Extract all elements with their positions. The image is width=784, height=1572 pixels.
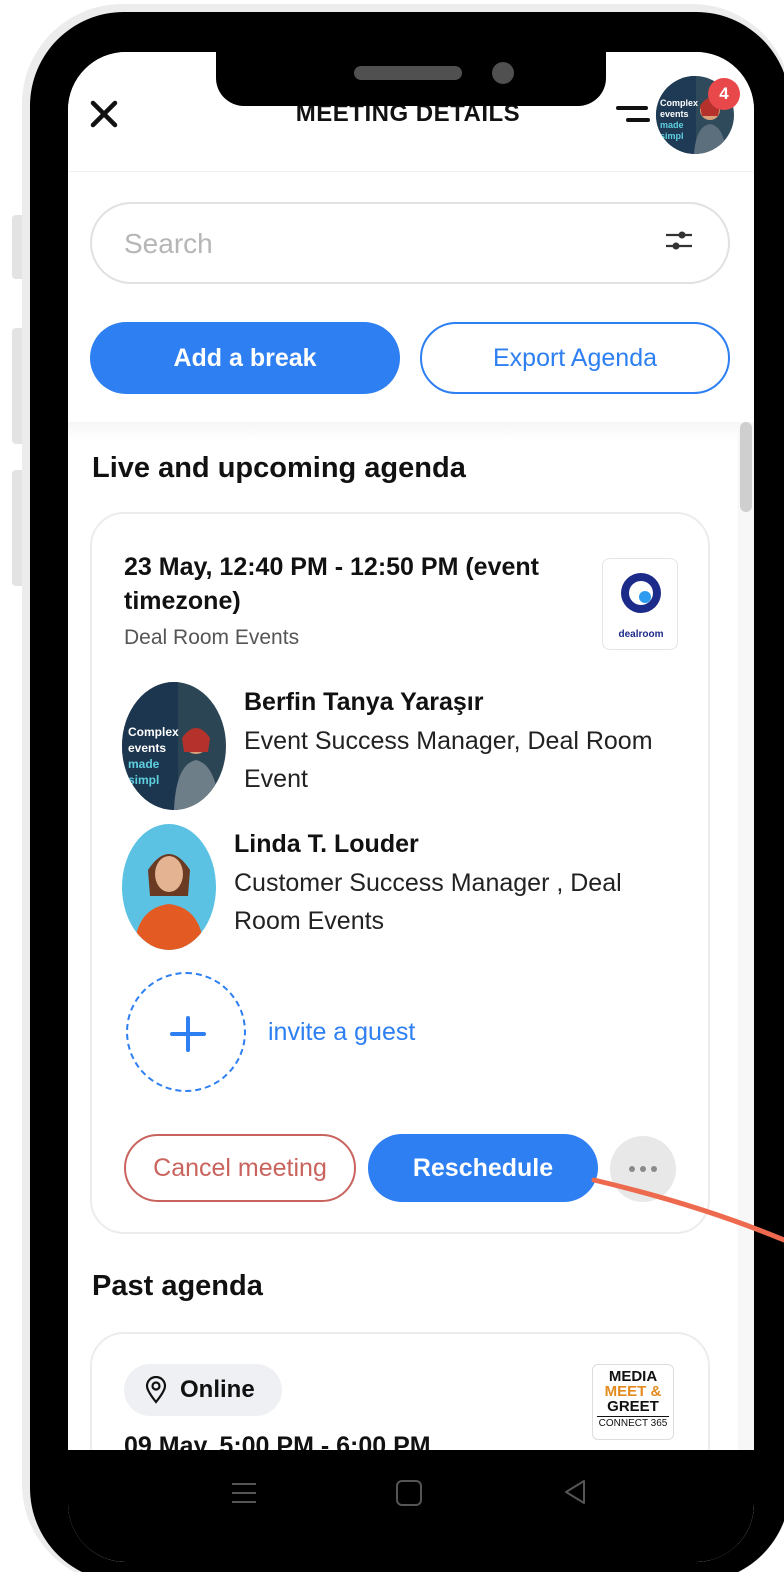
reschedule-button[interactable]: Reschedule xyxy=(368,1134,598,1202)
phone-screen: MEETING DETAILS Complex events made simp… xyxy=(68,52,754,1562)
dealroom-logo-text: dealroom xyxy=(618,629,664,640)
scrollbar-thumb[interactable] xyxy=(740,422,752,512)
search-input[interactable]: Search xyxy=(90,202,730,284)
home-icon[interactable] xyxy=(396,1480,422,1506)
avatar-text-line: made xyxy=(660,120,684,130)
avatar-text-line: Complex xyxy=(128,725,179,739)
back-icon[interactable] xyxy=(562,1478,588,1506)
logo-line: GREET xyxy=(607,1398,659,1415)
participant-name[interactable]: Linda T. Louder xyxy=(234,830,419,859)
more-options-button[interactable] xyxy=(610,1136,676,1202)
search-placeholder: Search xyxy=(124,228,213,259)
front-camera xyxy=(492,62,514,84)
sliders-icon[interactable] xyxy=(664,226,694,256)
location-badge: Online xyxy=(124,1364,282,1416)
past-agenda-title: Past agenda xyxy=(92,1270,263,1302)
participant-name[interactable]: Berfin Tanya Yaraşır xyxy=(244,688,483,717)
more-dots-icon xyxy=(629,1166,657,1172)
avatar-text-line: made xyxy=(128,757,160,771)
logo-line: MEDIA xyxy=(608,1368,658,1385)
phone-notch xyxy=(216,52,606,106)
avatar-text-line: simpl xyxy=(128,773,159,787)
cancel-meeting-button[interactable]: Cancel meeting xyxy=(124,1134,356,1202)
avatar-text-line: events xyxy=(128,741,166,755)
meeting-organizer: Deal Room Events xyxy=(124,626,300,649)
export-agenda-button[interactable]: Export Agenda xyxy=(420,322,730,394)
logo-line: MEET & xyxy=(604,1383,662,1400)
avatar-text-line: Complex xyxy=(660,98,698,108)
menu-icon[interactable] xyxy=(616,104,652,124)
add-break-button[interactable]: Add a break xyxy=(90,322,400,394)
dealroom-logo-icon xyxy=(621,573,661,613)
plus-icon xyxy=(170,1016,206,1052)
participant-avatar[interactable]: Complex events made simpl xyxy=(122,682,226,810)
close-icon[interactable] xyxy=(88,98,120,130)
scrollbar-track[interactable] xyxy=(738,422,754,1562)
meeting-time: 23 May, 12:40 PM - 12:50 PM (event timez… xyxy=(124,553,539,615)
participant-role: Event Success Manager, Deal Room Event xyxy=(244,727,653,793)
avatar-text-line: events xyxy=(660,109,689,119)
dealroom-logo: dealroom xyxy=(602,558,678,650)
media-meet-greet-logo: MEDIA MEET & GREET CONNECT 365 xyxy=(592,1364,674,1440)
participant-photo: Complex events made simpl xyxy=(122,682,226,810)
recent-apps-icon[interactable] xyxy=(230,1480,258,1506)
participant-role: Customer Success Manager , Deal Room Eve… xyxy=(234,869,622,935)
location-pin-icon xyxy=(145,1376,167,1404)
participant: Linda T. Louder Customer Success Manager… xyxy=(122,824,682,954)
invite-guest-link[interactable]: invite a guest xyxy=(268,1018,415,1047)
invite-guest-button[interactable] xyxy=(126,972,246,1092)
notification-badge: 4 xyxy=(708,78,740,110)
meeting-card: 23 May, 12:40 PM - 12:50 PM (event timez… xyxy=(90,512,710,1234)
location-text: Online xyxy=(180,1376,255,1403)
section-divider xyxy=(68,422,754,440)
live-agenda-title: Live and upcoming agenda xyxy=(92,452,466,484)
participant: Complex events made simpl Berfin Tanya Y… xyxy=(122,682,682,812)
participant-photo xyxy=(122,824,216,950)
speaker-grille xyxy=(354,66,462,80)
avatar-text-line: simpl xyxy=(660,131,684,141)
system-nav-bar xyxy=(68,1450,754,1562)
logo-line: CONNECT 365 xyxy=(597,1416,669,1429)
participant-avatar[interactable] xyxy=(122,824,216,950)
